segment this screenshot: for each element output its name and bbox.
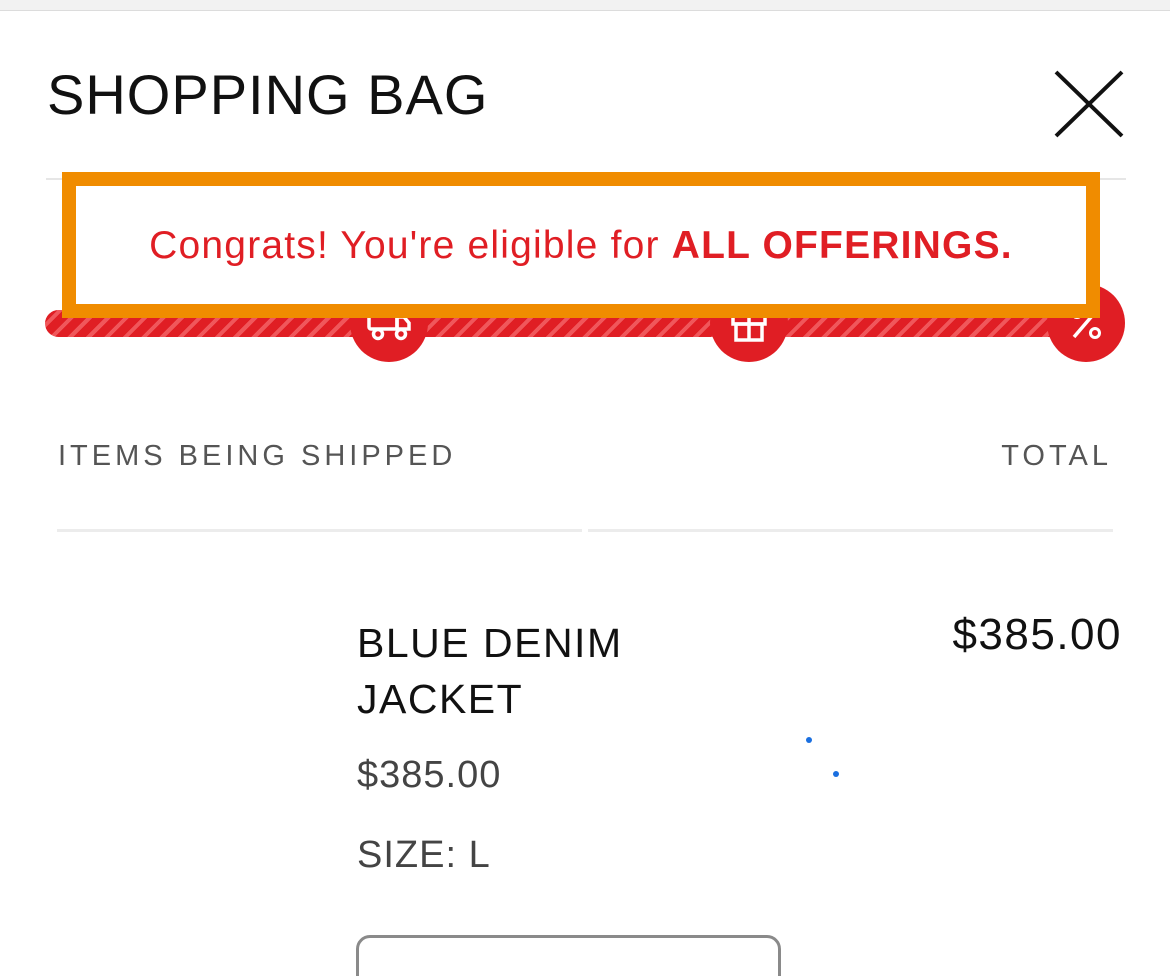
promo-message-emphasis: ALL OFFERINGS. [671, 224, 1013, 267]
shopping-bag-panel: SHOPPING BAG Congrats! You're eligible f… [0, 0, 1170, 976]
promo-message-highlight: Congrats! You're eligible for ALL OFFERI… [62, 172, 1100, 318]
loading-indicator-dot [833, 771, 839, 777]
product-image[interactable] [57, 590, 317, 920]
line-total: $385.00 [952, 610, 1122, 659]
close-icon [1054, 70, 1124, 138]
items-column-divider [57, 529, 582, 532]
total-column-divider [588, 529, 1113, 532]
loading-indicator-dot [806, 737, 812, 743]
quantity-select[interactable] [356, 935, 781, 976]
product-name[interactable]: BLUE DENIM JACKET [357, 615, 717, 727]
page-title: SHOPPING BAG [47, 63, 489, 126]
items-column-header: ITEMS BEING SHIPPED [58, 440, 457, 472]
product-size: SIZE: L [357, 834, 491, 876]
close-button[interactable] [1050, 66, 1130, 144]
unit-price: $385.00 [357, 754, 502, 796]
total-column-header: TOTAL [1001, 440, 1112, 472]
promo-message-prefix: Congrats! You're eligible for [149, 224, 672, 267]
top-edge [0, 0, 1170, 11]
promo-message: Congrats! You're eligible for ALL OFFERI… [149, 222, 1013, 268]
